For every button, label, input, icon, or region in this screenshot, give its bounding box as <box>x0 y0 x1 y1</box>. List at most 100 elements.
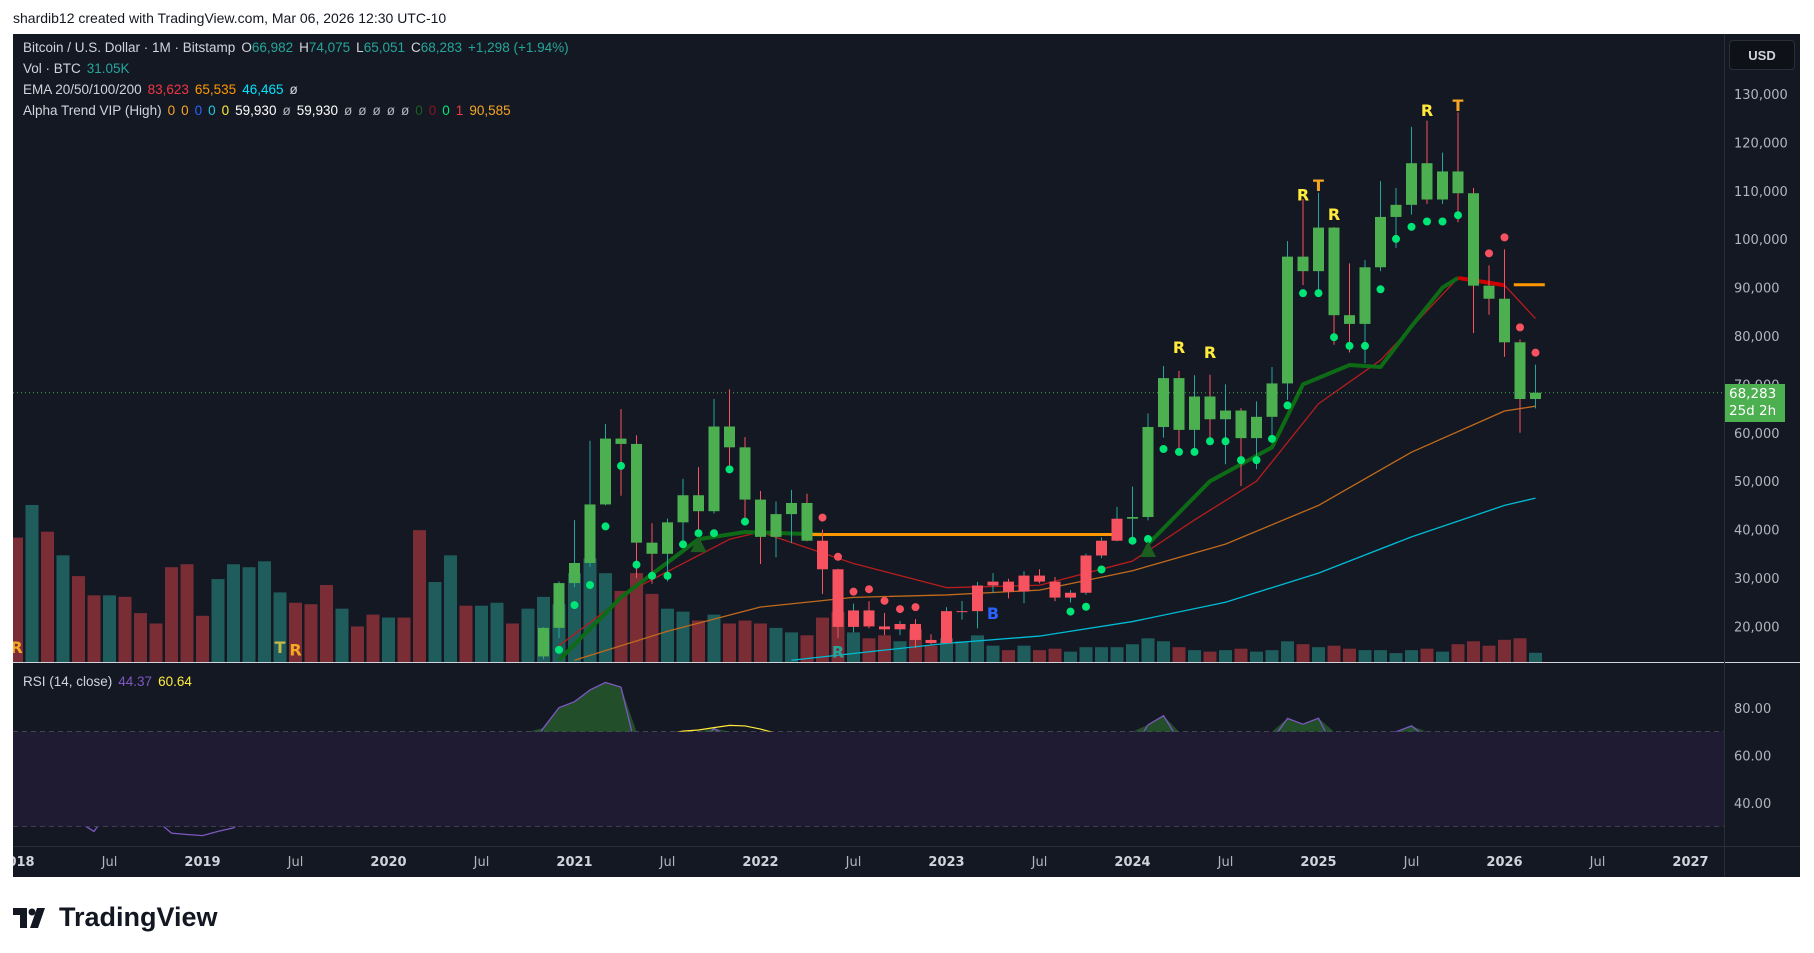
volume-bar <box>1064 651 1077 662</box>
candle-body <box>1018 575 1030 592</box>
buy-dot <box>1206 437 1214 446</box>
signal-marker: T <box>275 638 286 657</box>
candle <box>987 573 999 594</box>
candle-body <box>600 438 611 505</box>
price-tick-label: 30,000 <box>1734 572 1780 587</box>
volume-bar <box>1312 647 1325 662</box>
volume-bar <box>723 623 736 662</box>
volume-bar <box>1467 641 1480 662</box>
candle <box>1034 569 1045 584</box>
alpha-trend-down-line <box>1457 275 1505 288</box>
alpha-trend-legend[interactable]: Alpha Trend VIP (High) 0 0 0 0 0 59,930 ø 59,930… <box>23 103 517 118</box>
symbol-title: Bitcoin / U.S. Dollar · 1M · Bitstamp <box>23 40 236 55</box>
alpha-trend-value: ø <box>282 103 291 118</box>
symbol-legend[interactable]: Bitcoin / U.S. Dollar · 1M · Bitstamp O66… <box>23 40 575 55</box>
time-tick-label: 2025 <box>1300 855 1336 870</box>
rsi-value: 44.37 <box>118 674 153 689</box>
buy-dot <box>648 571 656 580</box>
volume-bar <box>103 595 116 662</box>
alpha-trend-value: 0 <box>415 103 423 118</box>
volume-bar <box>816 617 829 662</box>
edge-mask <box>0 846 13 877</box>
volume-bar <box>134 613 147 662</box>
price-tick-label: 50,000 <box>1734 475 1780 490</box>
price-tick-label: 130,000 <box>1734 88 1788 103</box>
volume-bar <box>320 584 333 662</box>
sell-dot <box>1500 233 1509 242</box>
rsi-ma-value: 60.64 <box>158 674 192 689</box>
buy-dot <box>1438 217 1447 226</box>
buy-dot <box>679 540 687 549</box>
signal-marker: R <box>1173 338 1185 357</box>
candle <box>693 467 704 538</box>
volume-bar <box>165 567 178 662</box>
candle-body <box>956 611 968 613</box>
candle <box>1127 486 1138 545</box>
volume-bar <box>1405 650 1418 662</box>
volume-bar <box>847 632 860 662</box>
volume-bar <box>1374 650 1387 662</box>
candle <box>863 585 875 629</box>
volume-bar <box>335 608 349 662</box>
ema20-value: 83,623 <box>147 82 189 97</box>
volume-bar <box>661 608 674 662</box>
candle-body <box>863 610 875 627</box>
price-tick-label: 110,000 <box>1734 185 1788 200</box>
candle <box>1421 120 1433 226</box>
time-tick-label: 2020 <box>370 855 406 870</box>
candle-body <box>1468 193 1479 286</box>
candle-body <box>987 581 999 586</box>
candle <box>1018 571 1030 604</box>
tradingview-logo[interactable]: TradingView <box>13 902 218 933</box>
candle-body <box>894 623 906 630</box>
chart-canvas[interactable]: R T R RBR RRTRR T20,00030,00040,00050,00060,0… <box>0 0 1814 953</box>
candle-body <box>1421 163 1433 200</box>
time-tick-label: Jul <box>101 855 118 870</box>
candle-body <box>1282 256 1293 384</box>
volume-bar <box>180 564 194 662</box>
buy-dot <box>1237 456 1245 465</box>
buy-dot <box>1097 565 1106 574</box>
price-tick-label: 40,000 <box>1734 524 1780 539</box>
candle-body <box>1204 396 1216 420</box>
candle-body <box>1313 227 1324 272</box>
volume-bar <box>1203 651 1217 662</box>
signal-marker: R <box>289 640 301 659</box>
candle <box>1344 263 1355 353</box>
candle-body <box>1235 410 1247 439</box>
candle <box>1173 370 1185 456</box>
time-tick-label: 2027 <box>1672 855 1708 870</box>
signal-marker: B <box>987 604 999 623</box>
ema200-value: ø <box>289 82 298 97</box>
high-value: 74,075 <box>308 40 351 55</box>
candle-body <box>1328 227 1340 316</box>
time-tick-label: Jul <box>1589 855 1606 870</box>
buy-dot <box>570 601 579 610</box>
candle-body <box>1220 410 1231 420</box>
candle <box>1297 199 1309 298</box>
sell-dot <box>834 552 842 561</box>
candle-body <box>817 540 828 570</box>
candle <box>1499 233 1510 357</box>
volume-bar <box>1296 644 1310 662</box>
buy-dot <box>1128 536 1137 545</box>
volume-bar <box>56 555 70 662</box>
alpha-trend-value: ø <box>401 103 410 118</box>
volume-bar <box>1048 648 1062 662</box>
volume-bar <box>1126 644 1139 662</box>
rsi-legend[interactable]: RSI (14, close) 44.37 60.64 <box>23 674 198 689</box>
currency-button[interactable]: USD <box>1729 40 1795 70</box>
volume-legend[interactable]: Vol · BTC 31.05K <box>23 61 136 76</box>
volume-bar <box>196 615 209 662</box>
candle-body <box>1142 426 1154 518</box>
time-tick-label: 2019 <box>184 855 220 870</box>
ema-legend[interactable]: EMA 20/50/100/200 83,623 65,535 46,465 ø <box>23 82 304 97</box>
volume-bar <box>366 614 380 662</box>
volume-bar <box>459 605 473 662</box>
candle-body <box>569 562 580 584</box>
candle-body <box>615 438 627 444</box>
volume-bar <box>692 620 705 662</box>
time-tick-label: 2024 <box>1114 855 1150 870</box>
candle <box>1468 187 1479 334</box>
volume-bar <box>1002 650 1015 662</box>
